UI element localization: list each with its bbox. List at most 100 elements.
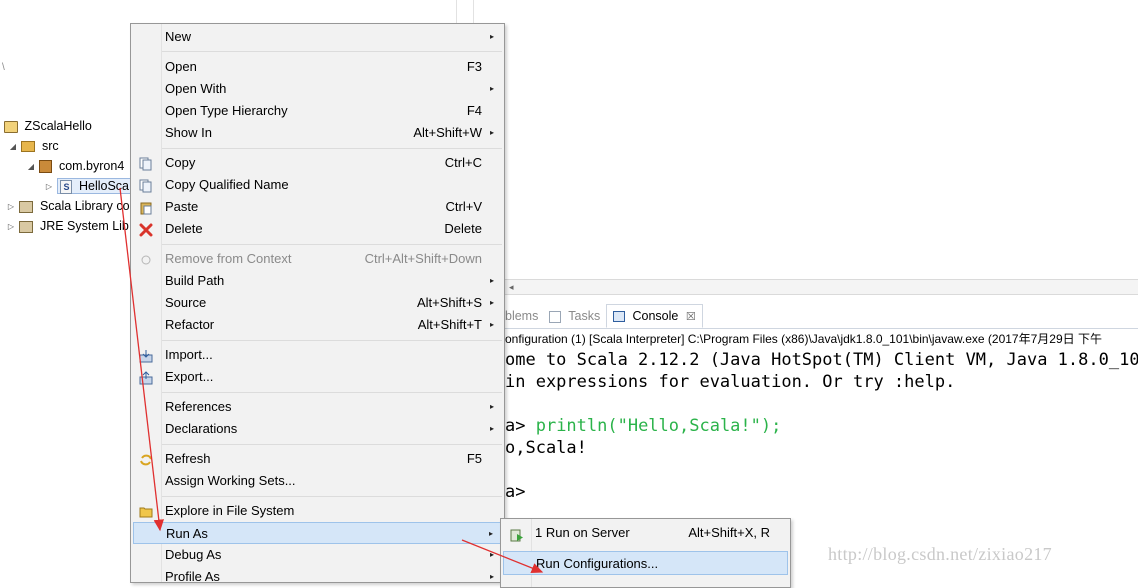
scroll-left-icon[interactable]: ◂ bbox=[509, 280, 514, 294]
menu-shortcut: Delete bbox=[444, 221, 482, 236]
menu-label: Delete bbox=[165, 221, 203, 236]
menu-item-export[interactable]: Export... bbox=[133, 366, 502, 388]
console-text: a> bbox=[505, 416, 536, 436]
menu-item-copy-qualified-name[interactable]: Copy Qualified Name bbox=[133, 174, 502, 196]
menu-item-copy[interactable]: Copy Ctrl+C bbox=[133, 152, 502, 174]
delete-icon bbox=[139, 222, 153, 237]
tree-item-project[interactable]: ZScalaHello bbox=[4, 116, 92, 136]
menu-item-remove-from-context[interactable]: Remove from Context Ctrl+Alt+Shift+Down bbox=[133, 248, 502, 270]
tab-tasks[interactable]: Tasks bbox=[549, 306, 600, 326]
menu-item-build-path[interactable]: Build Path ▸ bbox=[133, 270, 502, 292]
submenu-arrow-icon: ▸ bbox=[489, 320, 494, 329]
collapsed-marker: \ bbox=[2, 62, 5, 73]
menu-item-run-as[interactable]: Run As ▸ bbox=[133, 522, 502, 544]
menu-item-open[interactable]: Open F3 bbox=[133, 56, 502, 78]
menu-label: Assign Working Sets... bbox=[165, 473, 296, 488]
submenu-arrow-icon: ▸ bbox=[489, 424, 494, 433]
menu-item-import[interactable]: Import... bbox=[133, 344, 502, 366]
submenu-arrow-icon: ▸ bbox=[489, 128, 494, 137]
menu-label: 1 Run on Server bbox=[535, 525, 630, 540]
menu-separator bbox=[162, 392, 502, 393]
console-icon bbox=[613, 311, 625, 323]
menu-shortcut: F3 bbox=[466, 59, 482, 74]
view-tab-bar: blems Tasks Console ☒ bbox=[505, 302, 1138, 329]
horizontal-scrollbar[interactable]: ◂ bbox=[505, 279, 1138, 295]
menu-separator bbox=[162, 148, 502, 149]
refresh-icon bbox=[139, 452, 153, 466]
menu-separator bbox=[162, 244, 502, 245]
import-icon bbox=[139, 348, 153, 363]
menu-item-explore-in-file-system[interactable]: Explore in File System bbox=[133, 500, 502, 522]
watermark: http://blog.csdn.net/zixiao217 bbox=[828, 544, 1052, 564]
menu-shortcut: Alt+Shift+X, R bbox=[688, 525, 770, 540]
menu-item-delete[interactable]: Delete Delete bbox=[133, 218, 502, 240]
menu-label: Import... bbox=[165, 347, 213, 362]
collapsed-twisty-icon[interactable]: ▷ bbox=[44, 177, 54, 197]
tree-item-hello-scala[interactable]: ▷ S HelloSca bbox=[44, 176, 132, 196]
menu-separator bbox=[162, 496, 502, 497]
tab-problems[interactable]: blems bbox=[505, 306, 538, 326]
expanded-twisty-icon[interactable]: ◢ bbox=[26, 157, 36, 177]
collapsed-twisty-icon[interactable]: ▷ bbox=[6, 197, 16, 217]
close-icon[interactable]: ☒ bbox=[686, 311, 696, 323]
console-line: a> bbox=[505, 481, 1138, 503]
menu-item-open-type-hierarchy[interactable]: Open Type Hierarchy F4 bbox=[133, 100, 502, 122]
tree-item-label: com.byron4 bbox=[58, 159, 125, 173]
tree-item-label: Scala Library co bbox=[39, 199, 130, 213]
tree-item-package[interactable]: ◢ com.byron4 bbox=[26, 156, 124, 176]
console-line: ome to Scala 2.12.2 (Java HotSpot(TM) Cl… bbox=[505, 349, 1138, 371]
menu-item-new[interactable]: New ▸ bbox=[133, 26, 502, 48]
tree-item-label: HelloSca bbox=[78, 179, 129, 193]
menu-label: Show In bbox=[165, 125, 212, 140]
menu-label: Debug As bbox=[165, 547, 222, 562]
menu-shortcut: Alt+Shift+T bbox=[417, 317, 482, 332]
tab-label: Tasks bbox=[568, 309, 601, 323]
tree-item-scala-library[interactable]: ▷ Scala Library co bbox=[6, 196, 130, 216]
menu-item-show-in[interactable]: Show In Alt+Shift+W ▸ bbox=[133, 122, 502, 144]
menu-item-refactor[interactable]: Refactor Alt+Shift+T ▸ bbox=[133, 314, 502, 336]
source-folder-icon bbox=[21, 141, 36, 153]
console-line: in expressions for evaluation. Or try :h… bbox=[505, 371, 1138, 393]
menu-item-references[interactable]: References ▸ bbox=[133, 396, 502, 418]
tree-item-src[interactable]: ◢ src bbox=[8, 136, 59, 156]
submenu-arrow-icon: ▸ bbox=[488, 529, 493, 538]
menu-label: Source bbox=[165, 295, 207, 310]
tasks-icon bbox=[549, 310, 561, 323]
tab-label: blems bbox=[505, 309, 539, 323]
menu-item-assign-working-sets[interactable]: Assign Working Sets... bbox=[133, 470, 502, 492]
submenu-arrow-icon: ▸ bbox=[489, 550, 494, 559]
menu-label: Run As bbox=[166, 526, 208, 541]
menu-label: Open With bbox=[165, 81, 227, 96]
submenu-arrow-icon: ▸ bbox=[489, 84, 494, 93]
menu-label: Paste bbox=[165, 199, 199, 214]
menu-label: Refactor bbox=[165, 317, 215, 332]
menu-item-source[interactable]: Source Alt+Shift+S ▸ bbox=[133, 292, 502, 314]
menu-label: Export... bbox=[165, 369, 214, 384]
menu-label: Refresh bbox=[165, 451, 211, 466]
menu-item-open-with[interactable]: Open With ▸ bbox=[133, 78, 502, 100]
menu-shortcut: Ctrl+Alt+Shift+Down bbox=[364, 251, 482, 266]
menu-label: Remove from Context bbox=[165, 251, 292, 266]
copy-qualified-name-icon bbox=[139, 178, 153, 193]
console-text: a> bbox=[505, 482, 526, 502]
submenu-item-run-configurations[interactable]: Run Configurations... bbox=[503, 551, 788, 575]
tree-item-jre-library[interactable]: ▷ JRE System Lib bbox=[6, 216, 129, 236]
run-as-submenu: 1 Run on Server Alt+Shift+X, R Run Confi… bbox=[500, 518, 791, 588]
console-text: ome to Scala 2.12.2 (Java HotSpot(TM) Cl… bbox=[505, 350, 1138, 370]
menu-separator bbox=[162, 51, 502, 52]
menu-item-declarations[interactable]: Declarations ▸ bbox=[133, 418, 502, 440]
submenu-item-run-on-server[interactable]: 1 Run on Server Alt+Shift+X, R bbox=[503, 521, 788, 545]
menu-label: New bbox=[165, 29, 192, 44]
menu-label: Profile As bbox=[165, 569, 220, 584]
library-icon bbox=[19, 200, 34, 213]
menu-item-refresh[interactable]: Refresh F5 bbox=[133, 448, 502, 470]
collapsed-twisty-icon[interactable]: ▷ bbox=[6, 217, 16, 237]
menu-label: Copy bbox=[165, 155, 196, 170]
menu-item-debug-as[interactable]: Debug As ▸ bbox=[133, 544, 502, 566]
tab-console[interactable]: Console ☒ bbox=[606, 304, 703, 328]
expanded-twisty-icon[interactable]: ◢ bbox=[8, 137, 18, 157]
menu-item-paste[interactable]: Paste Ctrl+V bbox=[133, 196, 502, 218]
package-icon bbox=[39, 160, 53, 174]
menu-item-profile-as[interactable]: Profile As ▸ bbox=[133, 566, 502, 588]
